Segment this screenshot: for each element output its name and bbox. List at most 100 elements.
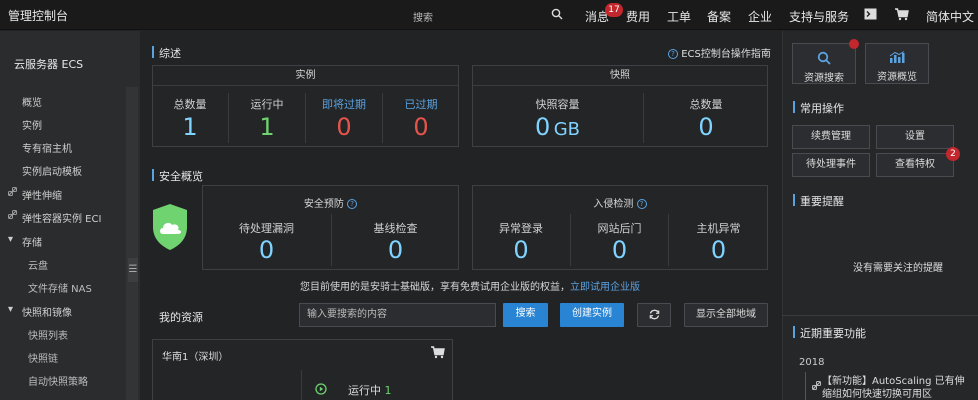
try-enterprise-link[interactable]: 立即试用企业版 — [570, 282, 640, 293]
renewal-button[interactable]: 续费管理 — [792, 125, 870, 149]
sidebar-item-auto-snapshot[interactable]: 自动快照策略 — [28, 373, 88, 388]
resource-overview-label: 资源概览 — [877, 72, 917, 83]
console-brand[interactable]: 管理控制台 — [8, 7, 68, 24]
webshell-value[interactable]: 0 — [571, 236, 668, 264]
divider — [782, 315, 978, 316]
stat-expired-value[interactable]: 0 — [383, 113, 459, 141]
reminder-empty: 没有需要关注的提醒 — [853, 263, 943, 274]
sidebar-item-snapshot-chain[interactable]: 快照链 — [28, 350, 58, 365]
sidebar-scrollbar[interactable] — [126, 87, 138, 400]
sidebar-group-storage[interactable]: 存储 — [22, 234, 42, 249]
host-abnormal-value[interactable]: 0 — [669, 236, 768, 264]
webshell-label: 网站后门 — [597, 222, 642, 235]
refresh-button[interactable] — [637, 303, 671, 327]
snapshot-capacity: 0 GB — [472, 113, 643, 141]
caret-down-icon: ▾ — [8, 234, 14, 245]
sidebar-item-launch-templates[interactable]: 实例启动模板 — [22, 163, 82, 178]
nav-tickets[interactable]: 工单 — [667, 8, 691, 25]
sidebar-item-snapshot-list[interactable]: 快照列表 — [28, 327, 68, 342]
section-marker — [152, 46, 154, 58]
notification-dot — [849, 39, 859, 49]
view-privileges-button[interactable]: 查看特权 — [876, 153, 954, 177]
global-search-input[interactable]: 搜索 — [413, 9, 433, 24]
play-circle-icon — [315, 383, 327, 398]
show-all-regions-button[interactable]: 显示全部地域 — [684, 303, 768, 327]
sidebar-item-eci[interactable]: 弹性容器实例 ECI — [22, 210, 101, 225]
refresh-icon — [649, 309, 659, 320]
abnormal-login-value[interactable]: 0 — [472, 236, 570, 264]
create-instance-button[interactable]: 创建实例 — [560, 303, 624, 327]
feature-link[interactable]: 【新功能】AutoScaling 已有伸 缩组如何快速切换可用区 — [822, 375, 965, 400]
help-icon[interactable]: ? — [636, 199, 647, 209]
pending-events-button[interactable]: 待处理事件 — [792, 153, 870, 177]
resource-overview-tile[interactable]: 资源概览 — [865, 43, 929, 84]
terminal-icon[interactable] — [864, 8, 877, 23]
divider — [301, 370, 302, 400]
snapshot-capacity-value: 0 — [534, 113, 551, 141]
security-notice-text: 您目前使用的是安骑士基础版，享有免费试用企业版的权益， — [300, 282, 570, 293]
collapse-handle-icon[interactable]: ☰ — [128, 258, 138, 282]
nav-language[interactable]: 简体中文 — [926, 8, 974, 25]
ecs-guide-link[interactable]: ? ECS控制台操作指南 — [668, 45, 771, 60]
instances-card-title: 实例 — [153, 66, 458, 86]
link-icon — [8, 209, 17, 222]
host-abnormal-label: 主机异常 — [696, 222, 741, 235]
cart-icon[interactable] — [431, 346, 445, 362]
sidebar-item-autoscaling[interactable]: 弹性伸缩 — [22, 187, 62, 202]
sidebar-item-nas[interactable]: 文件存储 NAS — [28, 280, 92, 295]
region-name[interactable]: 华南1（深圳） — [162, 348, 228, 363]
search-icon — [817, 51, 831, 65]
message-count-badge: 17 — [605, 3, 623, 17]
nav-billing[interactable]: 费用 — [626, 8, 650, 25]
link-icon — [812, 380, 821, 393]
snapshots-card-title: 快照 — [473, 66, 767, 86]
running-count[interactable]: 1 — [385, 384, 392, 397]
timeline-line — [805, 372, 806, 400]
stat-expiring-label: 即将过期 — [322, 98, 366, 111]
sidebar-item-dedicated-hosts[interactable]: 专有宿主机 — [22, 140, 72, 155]
intrusion-title: 入侵检测 ? — [472, 195, 768, 210]
running-label: 运行中 — [348, 384, 381, 397]
help-icon: ? — [668, 49, 678, 59]
feature-year: 2018 — [799, 357, 825, 368]
security-shield-icon — [152, 203, 188, 254]
feature-line-2: 缩组如何快速切换可用区 — [822, 389, 932, 400]
search-icon[interactable] — [551, 8, 563, 23]
security-title: 安全概览 — [159, 170, 203, 183]
right-panel — [782, 31, 978, 400]
sidebar-item-instances[interactable]: 实例 — [22, 117, 42, 132]
resource-search-button[interactable]: 搜索 — [503, 303, 548, 327]
sidebar-item-disks[interactable]: 云盘 — [28, 257, 48, 272]
feature-line-1: 【新功能】AutoScaling 已有伸 — [822, 376, 965, 387]
chart-icon — [889, 51, 905, 63]
settings-button[interactable]: 设置 — [876, 125, 954, 149]
section-marker — [793, 194, 795, 206]
snapshot-count-value[interactable]: 0 — [644, 113, 768, 141]
section-marker — [152, 169, 154, 181]
security-prevention-title: 安全预防 ? — [202, 195, 459, 210]
vuln-value[interactable]: 0 — [202, 236, 331, 264]
snapshot-count-label: 总数量 — [689, 98, 723, 111]
nav-support[interactable]: 支持与服务 — [789, 8, 849, 25]
resource-search-tile[interactable]: 资源搜索 — [792, 43, 856, 84]
resources-title: 我的资源 — [159, 311, 203, 324]
overview-title: 综述 — [159, 47, 181, 60]
nav-icp[interactable]: 备案 — [707, 8, 731, 25]
stat-running-value[interactable]: 1 — [229, 113, 305, 141]
ecs-guide-label: ECS控制台操作指南 — [681, 49, 771, 60]
baseline-value[interactable]: 0 — [332, 236, 459, 264]
reminder-title: 重要提醒 — [800, 195, 844, 208]
nav-enterprise[interactable]: 企业 — [748, 8, 772, 25]
sidebar-group-snapshots[interactable]: 快照和镜像 — [22, 304, 72, 319]
resource-search-input[interactable]: 输入要搜索的内容 — [299, 303, 496, 327]
vuln-label: 待处理漏洞 — [239, 222, 294, 235]
stat-expiring-value[interactable]: 0 — [306, 113, 382, 141]
security-prevention-label: 安全预防 — [303, 199, 344, 210]
sidebar-title: 云服务器 ECS — [14, 58, 84, 71]
stat-total-value[interactable]: 1 — [152, 113, 228, 141]
help-icon[interactable]: ? — [347, 199, 358, 209]
sidebar-item-overview[interactable]: 概览 — [22, 94, 42, 109]
stat-total-label: 总数量 — [173, 98, 207, 111]
cart-icon[interactable] — [895, 8, 909, 24]
link-icon — [8, 186, 17, 199]
